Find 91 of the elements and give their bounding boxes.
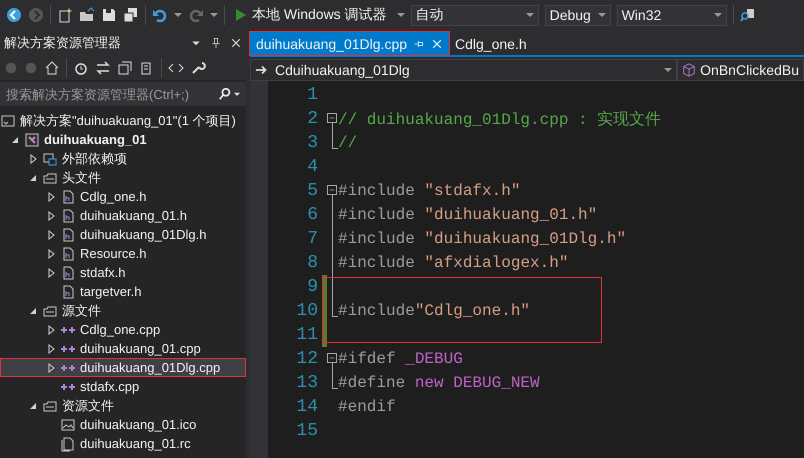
line-number: 11	[295, 325, 318, 345]
dropdown-caret-icon[interactable]	[526, 11, 534, 19]
tree-item[interactable]: 头文件	[0, 168, 246, 187]
tree-item[interactable]: stdafx.h	[0, 263, 246, 282]
collapse-icon[interactable]	[327, 113, 337, 123]
code-line: #include "stdafx.h"	[338, 182, 520, 200]
play-icon	[235, 8, 247, 22]
tree-item[interactable]: Cdlg_one.h	[0, 187, 246, 206]
collapsed-arrow-icon[interactable]	[28, 154, 38, 164]
tree-item[interactable]: duihuakuang_01.cpp	[0, 339, 246, 358]
class-dropdown[interactable]: Cduihuakuang_01Dlg	[250, 59, 678, 81]
close-icon[interactable]	[431, 38, 444, 50]
dropdown-caret-icon[interactable]	[210, 11, 218, 19]
tree-item[interactable]: 外部依赖项	[0, 149, 246, 168]
project-icon	[24, 132, 40, 148]
file-tab[interactable]: duihuakuang_01Dlg.cpp	[250, 32, 450, 55]
expanded-arrow-icon[interactable]	[10, 134, 20, 144]
save-all-icon[interactable]	[123, 7, 139, 23]
undo-icon[interactable]	[152, 7, 168, 23]
references-icon	[42, 150, 58, 166]
code-line: #define new DEBUG_NEW	[338, 374, 540, 392]
tree-item[interactable]: duihuakuang_01.ico	[0, 415, 246, 434]
solution-icon	[0, 112, 16, 128]
code-line: // duihuakuang_01Dlg.cpp : 实现文件	[338, 110, 662, 130]
expanded-arrow-icon[interactable]	[28, 400, 38, 410]
new-project-icon[interactable]	[57, 7, 73, 23]
code-line: #include "duihuakuang_01.h"	[338, 206, 598, 224]
code-line: //	[338, 134, 358, 152]
member-dropdown[interactable]: OnBnClickedBu	[677, 59, 804, 81]
dropdown-caret-icon[interactable]	[714, 11, 722, 19]
tree-item[interactable]: stdafx.cpp	[0, 377, 246, 396]
resource-file-icon	[60, 436, 76, 452]
arrow-right-icon	[255, 63, 269, 77]
line-number: 2	[306, 109, 318, 129]
panel-title: 解决方案资源管理器	[4, 34, 122, 52]
tree-item[interactable]: duihuakuang_01.rc	[0, 434, 246, 453]
line-number: 5	[306, 181, 318, 201]
dropdown[interactable]: Debug	[544, 4, 611, 26]
run-debugger-button[interactable]: 本地 Windows 调试器	[231, 4, 391, 26]
tree-item[interactable]: duihuakuang_01Dlg.h	[0, 225, 246, 244]
line-number: 4	[306, 157, 318, 177]
dropdown-caret-icon[interactable]	[664, 66, 672, 74]
code-line: #endif	[338, 398, 396, 416]
collapse-icon[interactable]	[327, 353, 337, 363]
file-tab[interactable]: Cdlg_one.h	[449, 32, 533, 55]
image-file-icon	[60, 416, 76, 432]
save-icon[interactable]	[101, 7, 117, 23]
code-line: #ifdef _DEBUG	[338, 350, 463, 368]
dropdown[interactable]: Win32	[616, 4, 727, 26]
close-icon[interactable]	[230, 37, 242, 49]
method-cube-icon	[682, 63, 696, 77]
tree-item[interactable]: Resource.h	[0, 244, 246, 263]
collapse-all-icon[interactable]	[117, 60, 133, 76]
line-number: 7	[306, 229, 318, 249]
open-folder-icon[interactable]	[79, 7, 95, 23]
tree-item[interactable]: 资源文件	[0, 396, 246, 415]
pin-icon[interactable]	[210, 37, 222, 49]
redo-icon[interactable]	[188, 7, 204, 23]
sync-icon[interactable]	[95, 60, 111, 76]
code-line: #include "duihuakuang_01Dlg.h"	[338, 230, 626, 248]
tree-item[interactable]: duihuakuang_01	[0, 130, 246, 149]
tree-item[interactable]: 解决方案"duihuakuang_01"(1 个项目)	[0, 111, 246, 130]
collapse-icon[interactable]	[327, 185, 337, 195]
line-number: 15	[295, 421, 318, 441]
tree-item[interactable]: duihuakuang_01Dlg.cpp	[0, 358, 246, 377]
line-number: 10	[295, 301, 318, 321]
attach-process-icon[interactable]	[740, 7, 756, 23]
line-number: 13	[295, 373, 318, 393]
dropdown-caret-icon[interactable]	[396, 11, 405, 19]
search-icon[interactable]	[218, 87, 232, 101]
tree-item[interactable]: 源文件	[0, 301, 246, 320]
tree-item[interactable]: Cdlg_one.cpp	[0, 320, 246, 339]
line-number: 9	[306, 277, 318, 297]
expanded-arrow-icon[interactable]	[28, 306, 38, 316]
code-line: #include "afxdialogex.h"	[338, 254, 568, 272]
code-line: #include"Cdlg_one.h"	[338, 302, 530, 320]
line-number: 12	[295, 349, 318, 369]
dropdown[interactable]: 自动	[410, 4, 539, 26]
line-number: 1	[306, 85, 318, 105]
home-icon[interactable]	[44, 60, 60, 76]
wrench-icon[interactable]	[190, 60, 206, 76]
dropdown-caret-icon[interactable]	[174, 11, 182, 19]
line-number: 3	[306, 133, 318, 153]
line-number: 14	[295, 397, 318, 417]
search-field[interactable]: 搜索解决方案资源管理器(Ctrl+;)	[0, 82, 246, 106]
tree-item[interactable]: duihuakuang_01.h	[0, 206, 246, 225]
line-number: 6	[306, 205, 318, 225]
line-number: 8	[306, 253, 318, 273]
expanded-arrow-icon[interactable]	[28, 172, 38, 182]
tree-item[interactable]: targetver.h	[0, 282, 246, 301]
dropdown-caret-icon[interactable]	[598, 11, 606, 19]
